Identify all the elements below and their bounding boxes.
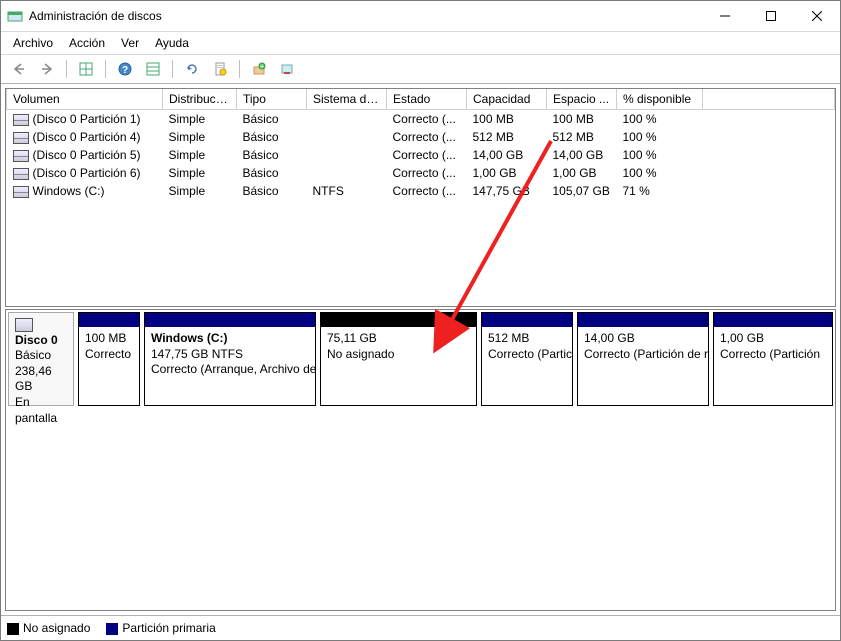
disk-type: Básico (15, 348, 67, 364)
menubar: Archivo Acción Ver Ayuda (1, 32, 840, 55)
table-row[interactable]: (Disco 0 Partición 1)SimpleBásicoCorrect… (7, 110, 835, 129)
table-row[interactable]: (Disco 0 Partición 4)SimpleBásicoCorrect… (7, 128, 835, 146)
back-button[interactable] (7, 57, 31, 81)
help-button[interactable]: ? (113, 57, 137, 81)
legend-primary: Partición primaria (106, 621, 215, 635)
table-row[interactable]: (Disco 0 Partición 6)SimpleBásicoCorrect… (7, 164, 835, 182)
table-row[interactable]: Windows (C:)SimpleBásicoNTFSCorrecto (..… (7, 182, 835, 200)
minimize-button[interactable] (702, 1, 748, 31)
partition-primary[interactable]: 100 MBCorrecto (78, 312, 140, 406)
disk-panel[interactable]: Disco 0 Básico 238,46 GB En pantalla 100… (5, 309, 836, 611)
legend-unallocated: No asignado (7, 621, 90, 635)
disk-size: 238,46 GB (15, 364, 67, 395)
volume-table[interactable]: VolumenDistribuciónTipoSistema de ...Est… (5, 88, 836, 307)
disk-row: Disco 0 Básico 238,46 GB En pantalla 100… (6, 310, 835, 408)
column-header[interactable]: Sistema de ... (307, 89, 387, 110)
partition-primary[interactable]: 14,00 GBCorrecto (Partición de recuperac… (577, 312, 709, 406)
app-icon (7, 8, 23, 24)
close-button[interactable] (794, 1, 840, 31)
column-header[interactable]: Estado (387, 89, 467, 110)
menu-file[interactable]: Archivo (13, 36, 53, 50)
partition-unallocated[interactable]: 75,11 GBNo asignado (320, 312, 477, 406)
menu-view[interactable]: Ver (121, 36, 139, 50)
disk-name: Disco 0 (15, 333, 58, 347)
menu-help[interactable]: Ayuda (155, 36, 189, 50)
properties-button[interactable] (208, 57, 232, 81)
table-row[interactable]: (Disco 0 Partición 5)SimpleBásicoCorrect… (7, 146, 835, 164)
attach-vhd-button[interactable] (275, 57, 299, 81)
view-layout-button[interactable] (74, 57, 98, 81)
column-header[interactable]: Tipo (237, 89, 307, 110)
disk-header[interactable]: Disco 0 Básico 238,46 GB En pantalla (8, 312, 74, 406)
titlebar: Administración de discos (1, 1, 840, 32)
window-title: Administración de discos (29, 9, 702, 23)
disk-status: En pantalla (15, 395, 67, 426)
partition-primary[interactable]: 512 MBCorrecto (Partición de (481, 312, 573, 406)
forward-button[interactable] (35, 57, 59, 81)
statusbar: No asignado Partición primaria (1, 615, 840, 640)
column-header[interactable]: % disponible (617, 89, 703, 110)
disk-icon (15, 318, 33, 332)
column-header[interactable]: Distribución (163, 89, 237, 110)
create-vhd-button[interactable]: + (247, 57, 271, 81)
maximize-button[interactable] (748, 1, 794, 31)
view-list-button[interactable] (141, 57, 165, 81)
partition-container: 100 MBCorrectoWindows (C:)147,75 GB NTFS… (78, 312, 833, 406)
svg-text:+: + (260, 62, 265, 71)
menu-action[interactable]: Acción (69, 36, 105, 50)
svg-text:?: ? (122, 65, 128, 76)
column-header[interactable]: Capacidad (467, 89, 547, 110)
partition-primary[interactable]: 1,00 GBCorrecto (Partición (713, 312, 833, 406)
toolbar: ? + (1, 55, 840, 84)
column-header[interactable]: Volumen (7, 89, 163, 110)
column-header[interactable]: Espacio ... (547, 89, 617, 110)
partition-primary[interactable]: Windows (C:)147,75 GB NTFSCorrecto (Arra… (144, 312, 316, 406)
refresh-button[interactable] (180, 57, 204, 81)
